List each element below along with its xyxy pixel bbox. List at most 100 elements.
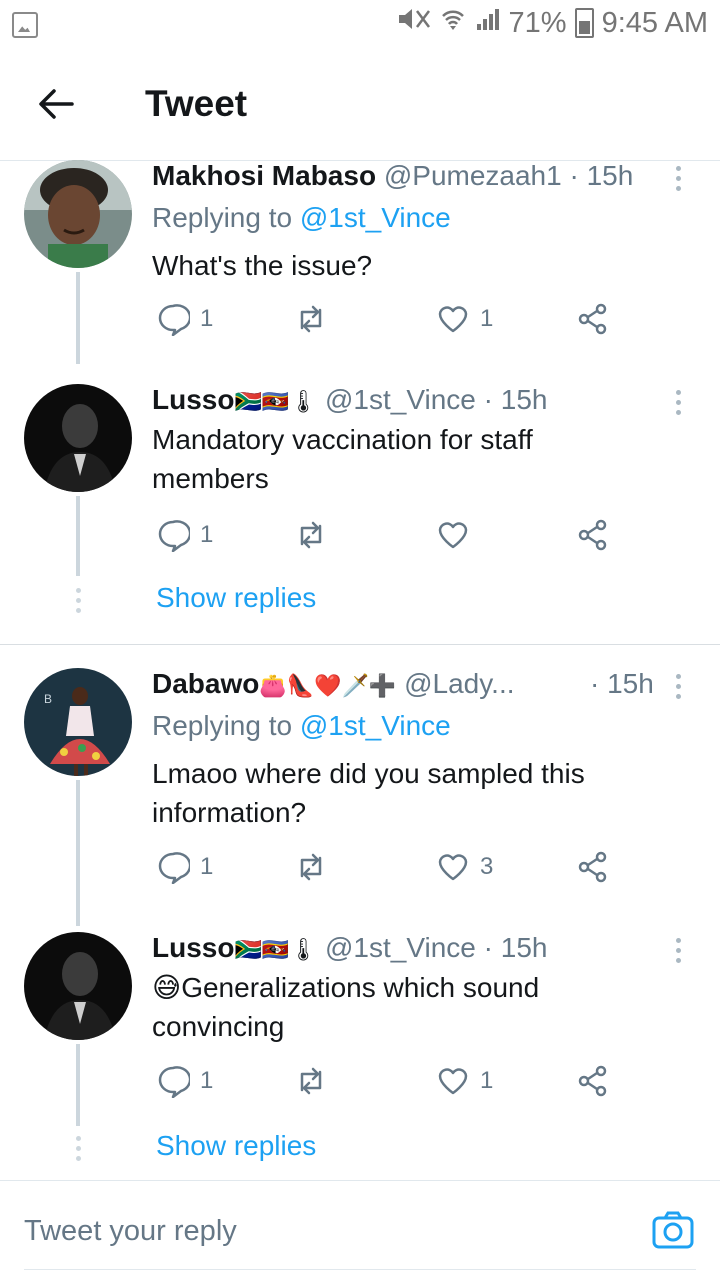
like-button[interactable]: 1 bbox=[436, 302, 493, 336]
replying-to-link[interactable]: @1st_Vince bbox=[300, 710, 451, 741]
reply-button[interactable]: 1 bbox=[156, 1064, 213, 1098]
replying-to: Replying to @1st_Vince bbox=[152, 710, 451, 742]
tweet-actions: 1 bbox=[152, 518, 622, 558]
retweet-button[interactable] bbox=[294, 302, 338, 336]
tweet-item[interactable]: Makhosi Mabaso @Pumezaah1 · 15h Replying… bbox=[0, 160, 720, 370]
tweet-item[interactable]: B Dabawo👛👠❤️🗡️➕ @Lady... · 15h Replying … bbox=[0, 668, 720, 918]
tweet-actions: 1 1 bbox=[152, 302, 622, 342]
tweet-header: Dabawo👛👠❤️🗡️➕ @Lady... bbox=[152, 668, 515, 700]
tweet-item[interactable]: Lusso🇿🇦🇸🇿🌡 @1st_Vince · 15h 😅Generalizat… bbox=[0, 932, 720, 1132]
share-button[interactable] bbox=[576, 850, 610, 884]
avatar[interactable] bbox=[24, 932, 132, 1040]
retweet-button[interactable] bbox=[294, 1064, 338, 1098]
more-options-icon[interactable] bbox=[672, 388, 684, 416]
heart-icon bbox=[438, 306, 468, 333]
tweet-item[interactable]: Lusso🇿🇦🇸🇿🌡 @1st_Vince · 15h Mandatory va… bbox=[0, 384, 720, 584]
replying-to-label: Replying to bbox=[152, 202, 293, 233]
page-title: Tweet bbox=[145, 83, 248, 124]
tweet-header: Lusso🇿🇦🇸🇿🌡 @1st_Vince · 15h bbox=[152, 384, 547, 416]
share-icon bbox=[578, 519, 607, 551]
reply-button[interactable]: 1 bbox=[156, 850, 213, 884]
svg-text:B: B bbox=[44, 692, 52, 706]
reply-composer: Tweet your reply bbox=[0, 1180, 720, 1281]
show-replies-link[interactable]: Show replies bbox=[156, 582, 316, 614]
user-handle[interactable]: @1st_Vince bbox=[325, 384, 476, 415]
share-button[interactable] bbox=[576, 1064, 610, 1098]
battery-percent: 71% bbox=[508, 6, 567, 39]
heart-icon bbox=[438, 522, 468, 549]
avatar[interactable] bbox=[24, 160, 132, 268]
like-button[interactable] bbox=[436, 518, 480, 552]
share-icon bbox=[578, 303, 607, 335]
retweet-button[interactable] bbox=[294, 518, 338, 552]
reply-button[interactable]: 1 bbox=[156, 518, 213, 552]
tweet-time: · 15h bbox=[483, 384, 548, 415]
tweet-header: Makhosi Mabaso @Pumezaah1 · 15h bbox=[152, 160, 633, 192]
wifi-icon bbox=[439, 6, 467, 40]
clock: 9:45 AM bbox=[601, 6, 708, 39]
display-name[interactable]: Makhosi Mabaso bbox=[152, 160, 376, 191]
battery-icon bbox=[574, 8, 594, 38]
tweet-text: Lmaoo where did you sampled this informa… bbox=[152, 758, 585, 828]
share-icon bbox=[578, 1065, 607, 1097]
tweet-text-body: Generalizations which sound convincing bbox=[152, 972, 540, 1042]
tweet-text: What's the issue? bbox=[152, 250, 373, 281]
gallery-notification-icon bbox=[12, 12, 38, 38]
like-button[interactable]: 1 bbox=[436, 1064, 493, 1098]
avatar[interactable] bbox=[24, 384, 132, 492]
user-handle[interactable]: @1st_Vince bbox=[325, 932, 476, 963]
more-options-icon[interactable] bbox=[672, 936, 684, 964]
mute-icon bbox=[397, 6, 431, 40]
retweet-icon bbox=[300, 305, 322, 333]
name-emoji: 🇿🇦🇸🇿🌡 bbox=[234, 937, 318, 962]
text-emoji: 😅 bbox=[152, 972, 182, 1003]
reply-input[interactable]: Tweet your reply bbox=[24, 1215, 237, 1248]
retweet-icon bbox=[300, 521, 322, 549]
retweet-button[interactable] bbox=[294, 850, 338, 884]
retweet-icon bbox=[300, 1067, 322, 1095]
tweet-actions: 1 1 bbox=[152, 1064, 622, 1104]
avatar[interactable]: B bbox=[24, 668, 132, 776]
more-options-icon[interactable] bbox=[672, 164, 684, 192]
reply-button[interactable]: 1 bbox=[156, 302, 213, 336]
more-replies-dots bbox=[74, 588, 82, 618]
display-name[interactable]: Dabawo bbox=[152, 668, 259, 699]
tweet-time: · 15h bbox=[569, 160, 634, 191]
like-count: 3 bbox=[480, 853, 494, 880]
display-name[interactable]: Lusso bbox=[152, 932, 234, 963]
reply-icon bbox=[158, 304, 190, 336]
user-handle[interactable]: @Pumezaah1 bbox=[384, 160, 562, 191]
camera-icon[interactable] bbox=[652, 1211, 694, 1249]
name-emoji: 👛👠❤️🗡️➕ bbox=[259, 673, 397, 698]
reply-count: 1 bbox=[200, 853, 214, 880]
heart-icon bbox=[438, 854, 468, 881]
more-replies-dots bbox=[74, 1136, 82, 1166]
reply-icon bbox=[158, 520, 190, 552]
signal-icon bbox=[475, 6, 501, 40]
replying-to: Replying to @1st_Vince bbox=[152, 202, 451, 234]
app-bar: Tweet bbox=[0, 48, 720, 161]
share-button[interactable] bbox=[576, 302, 610, 336]
replying-to-link[interactable]: @1st_Vince bbox=[300, 202, 451, 233]
like-count: 1 bbox=[480, 305, 494, 332]
like-count: 1 bbox=[480, 1067, 494, 1094]
heart-icon bbox=[438, 1068, 468, 1095]
reply-count: 1 bbox=[200, 1067, 214, 1094]
back-arrow-icon[interactable] bbox=[36, 86, 76, 122]
user-handle[interactable]: @Lady... bbox=[404, 668, 514, 699]
reply-icon bbox=[158, 1066, 190, 1098]
tweet-header: Lusso🇿🇦🇸🇿🌡 @1st_Vince · 15h bbox=[152, 932, 547, 964]
like-button[interactable]: 3 bbox=[436, 850, 493, 884]
tweet-text: Mandatory vaccination for staff members bbox=[152, 424, 533, 494]
show-replies-link[interactable]: Show replies bbox=[156, 1130, 316, 1162]
share-button[interactable] bbox=[576, 518, 610, 552]
tweet-actions: 1 3 bbox=[152, 850, 622, 890]
tweet-time: · 15h bbox=[483, 932, 548, 963]
display-name[interactable]: Lusso bbox=[152, 384, 234, 415]
name-emoji: 🇿🇦🇸🇿🌡 bbox=[234, 389, 318, 414]
replying-to-label: Replying to bbox=[152, 710, 293, 741]
more-options-icon[interactable] bbox=[672, 672, 684, 700]
reply-icon bbox=[158, 852, 190, 884]
share-icon bbox=[578, 851, 607, 883]
divider bbox=[0, 644, 720, 645]
